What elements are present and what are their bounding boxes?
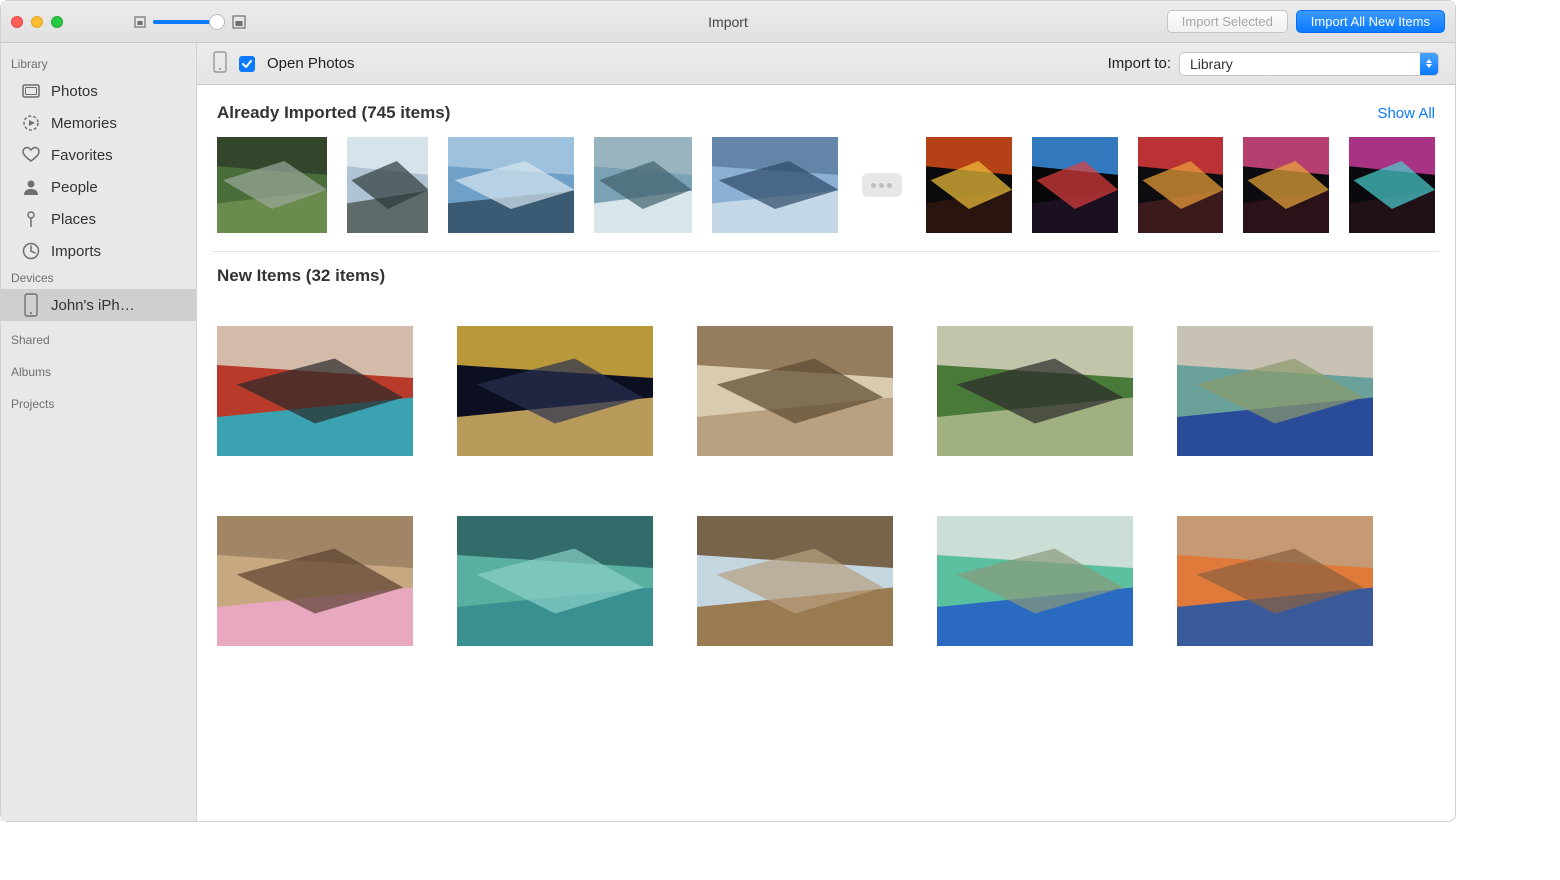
new-item-thumb[interactable] [1177, 326, 1373, 456]
sidebar-item-favorites[interactable]: Favorites [1, 139, 196, 171]
sidebar-item-photos[interactable]: Photos [1, 75, 196, 107]
already-thumb[interactable] [448, 137, 574, 233]
slider-track[interactable] [153, 20, 225, 24]
import-to-label: Import to: [1108, 55, 1171, 72]
sidebar-item-label: Places [51, 211, 96, 228]
select-caret-icon [1420, 53, 1438, 75]
import-to-value: Library [1190, 56, 1233, 72]
already-thumb[interactable] [347, 137, 428, 233]
imports-icon [21, 241, 41, 261]
favorites-icon [21, 145, 41, 165]
thumbnail-size-slider[interactable] [133, 14, 247, 30]
sidebar-header-devices: Devices [1, 267, 196, 289]
already-thumb[interactable] [1243, 137, 1329, 233]
open-photos-checkbox[interactable] [239, 56, 255, 72]
sidebar-item-label: Photos [51, 83, 98, 100]
minimize-window-button[interactable] [31, 16, 43, 28]
thumb-small-icon [133, 15, 147, 29]
more-indicator[interactable] [862, 173, 902, 197]
sidebar-header-projects[interactable]: Projects [1, 393, 196, 415]
sidebar-item-label: John's iPh… [51, 297, 135, 314]
new-item-thumb[interactable] [697, 516, 893, 646]
already-thumb[interactable] [1138, 137, 1224, 233]
new-item-thumb[interactable] [217, 326, 413, 456]
titlebar: Import Import Selected Import All New It… [1, 1, 1455, 43]
thumb-large-icon [231, 14, 247, 30]
already-thumb[interactable] [712, 137, 838, 233]
sidebar-item-memories[interactable]: Memories [1, 107, 196, 139]
new-item-thumb[interactable] [457, 516, 653, 646]
import-selected-button[interactable]: Import Selected [1167, 10, 1288, 33]
already-thumb[interactable] [217, 137, 327, 233]
memories-icon [21, 113, 41, 133]
sidebar-header-albums[interactable]: Albums [1, 361, 196, 383]
window-controls [11, 16, 63, 28]
sidebar-item-label: People [51, 179, 98, 196]
open-photos-label: Open Photos [267, 55, 355, 72]
people-icon [21, 177, 41, 197]
sidebar-header-library: Library [1, 53, 196, 75]
sidebar: Library Photos Memories Favorites People Pla… [1, 43, 197, 821]
already-thumb[interactable] [1349, 137, 1435, 233]
new-item-thumb[interactable] [697, 326, 893, 456]
sidebar-item-places[interactable]: Places [1, 203, 196, 235]
new-item-thumb[interactable] [457, 326, 653, 456]
already-thumb[interactable] [1032, 137, 1118, 233]
content-area: Already Imported (745 items) Show All [197, 85, 1455, 821]
new-item-thumb[interactable] [937, 326, 1133, 456]
show-all-link[interactable]: Show All [1377, 105, 1435, 122]
iphone-icon [21, 295, 41, 315]
already-thumb[interactable] [594, 137, 691, 233]
sidebar-item-label: Imports [51, 243, 101, 260]
places-icon [21, 209, 41, 229]
sidebar-item-label: Memories [51, 115, 117, 132]
import-all-button[interactable]: Import All New Items [1296, 10, 1445, 33]
sidebar-item-device[interactable]: John's iPh… [1, 289, 196, 321]
sidebar-item-imports[interactable]: Imports [1, 235, 196, 267]
sidebar-item-people[interactable]: People [1, 171, 196, 203]
already-thumb[interactable] [926, 137, 1012, 233]
device-icon [213, 51, 227, 76]
photos-icon [21, 81, 41, 101]
import-to-select[interactable]: Library [1179, 52, 1439, 76]
new-item-thumb[interactable] [217, 516, 413, 646]
sidebar-header-shared[interactable]: Shared [1, 329, 196, 351]
already-imported-title: Already Imported (745 items) [217, 103, 450, 123]
new-item-thumb[interactable] [1177, 516, 1373, 646]
import-options-bar: Open Photos Import to: Library [197, 43, 1455, 85]
sidebar-item-label: Favorites [51, 147, 113, 164]
new-items-title: New Items (32 items) [217, 266, 385, 286]
zoom-window-button[interactable] [51, 16, 63, 28]
window-title: Import [708, 14, 748, 30]
close-window-button[interactable] [11, 16, 23, 28]
new-item-thumb[interactable] [937, 516, 1133, 646]
